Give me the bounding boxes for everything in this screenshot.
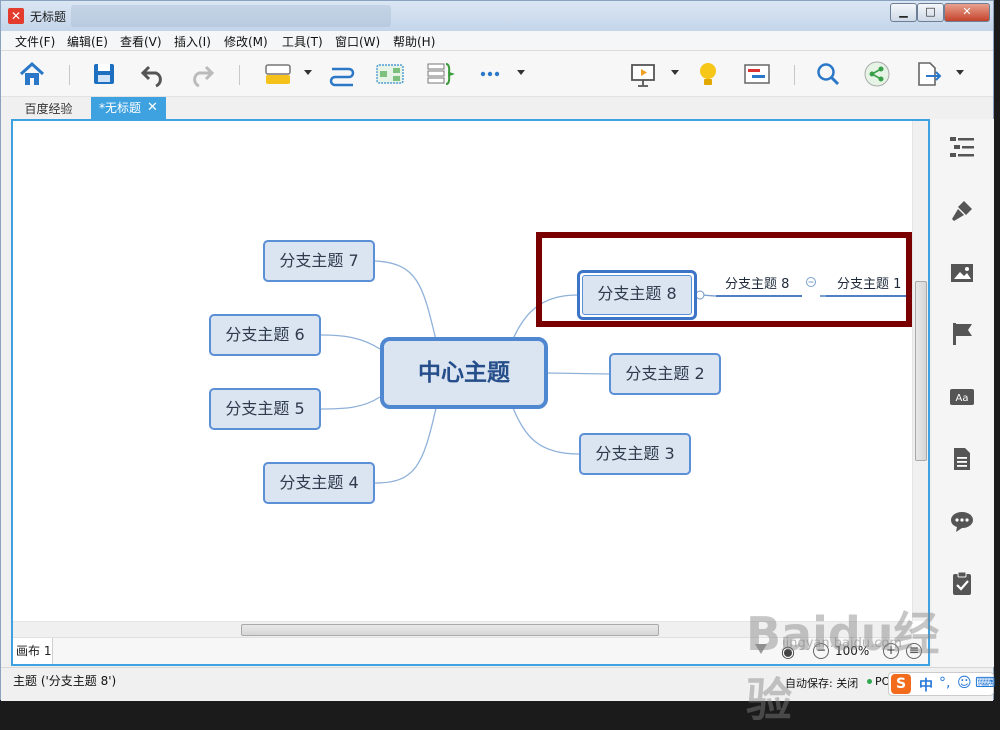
app-window: ✕ 无标题 ▁ □ ✕ 文件(F) 编辑(E) 查看(V) 插入(I) 修改(M… — [0, 0, 994, 701]
title-bar: ✕ 无标题 ▁ □ ✕ — [1, 1, 993, 31]
sheet-tab[interactable]: 画布 1 — [13, 638, 53, 664]
subtopic-8[interactable]: 分支主题 8 — [725, 273, 789, 292]
branch-topic-2[interactable]: 分支主题 2 — [609, 353, 721, 395]
tab-untitled-label: *无标题 — [99, 101, 142, 115]
branch-topic-4[interactable]: 分支主题 4 — [263, 462, 375, 504]
menu-window[interactable]: 窗口(W) — [335, 33, 380, 50]
maximize-button[interactable]: □ — [917, 3, 944, 22]
summary-icon[interactable] — [425, 59, 456, 89]
status-selected-topic: 主题 ('分支主题 8') — [13, 674, 117, 688]
comment-icon[interactable] — [948, 507, 976, 535]
collapse-icon — [695, 290, 705, 300]
menu-file[interactable]: 文件(F) — [15, 33, 55, 50]
xmind-icon: ✕ — [8, 8, 24, 24]
central-topic[interactable]: 中心主题 — [380, 337, 548, 409]
toolbar-divider — [794, 65, 795, 85]
menu-insert[interactable]: 插入(I) — [174, 33, 211, 50]
tab-untitled[interactable]: *无标题 ✕ — [91, 97, 166, 119]
close-tab-icon[interactable]: ✕ — [147, 97, 158, 119]
image-icon[interactable] — [948, 259, 976, 287]
save-icon[interactable] — [89, 59, 119, 89]
branch-topic-5[interactable]: 分支主题 5 — [209, 388, 321, 430]
toolbar — [1, 51, 993, 97]
menu-help[interactable]: 帮助(H) — [393, 33, 435, 50]
boundary-icon[interactable] — [375, 59, 405, 89]
watermark-url: jingyan.baidu.com — [782, 636, 902, 651]
horizontal-scroll-thumb[interactable] — [241, 624, 659, 636]
redo-icon[interactable] — [187, 59, 217, 89]
menu-view[interactable]: 查看(V) — [120, 33, 162, 50]
search-icon[interactable] — [813, 59, 843, 89]
menu-edit[interactable]: 编辑(E) — [67, 33, 108, 50]
toolbar-divider — [239, 65, 240, 85]
idea-icon[interactable] — [693, 59, 723, 89]
presentation-dropdown-icon[interactable] — [671, 70, 679, 75]
branch-topic-3[interactable]: 分支主题 3 — [579, 433, 691, 475]
branch-topic-8[interactable]: 分支主题 8 — [582, 275, 692, 315]
branch-topic-selected-frame[interactable]: 分支主题 8 — [577, 270, 697, 320]
menu-modify[interactable]: 修改(M) — [224, 33, 268, 50]
relationship-icon[interactable] — [327, 59, 357, 89]
minimize-button[interactable]: ▁ — [890, 3, 917, 22]
canvas-frame: 中心主题 分支主题 8 分支主题 2 分支主题 3 分支主题 4 分支主题 5 … — [11, 119, 930, 666]
toolbar-divider — [69, 65, 70, 85]
mindmap-canvas[interactable]: 中心主题 分支主题 8 分支主题 2 分支主题 3 分支主题 4 分支主题 5 … — [13, 121, 912, 621]
text-style-icon[interactable]: Aa — [948, 383, 976, 411]
watermark-brand: Baidu经验 — [746, 607, 940, 727]
document-tabs: 百度经验 *无标题 ✕ — [1, 97, 993, 119]
topic-dropdown-icon[interactable] — [304, 70, 312, 75]
home-icon[interactable] — [17, 59, 47, 89]
notes-icon[interactable] — [948, 445, 976, 473]
outline-icon[interactable] — [948, 133, 976, 161]
topic-icon[interactable] — [263, 59, 293, 89]
undo-icon[interactable] — [138, 59, 168, 89]
branch-topic-7[interactable]: 分支主题 7 — [263, 240, 375, 282]
status-dot-icon — [867, 679, 872, 684]
vertical-scrollbar[interactable] — [912, 121, 928, 621]
menu-bar: 文件(F) 编辑(E) 查看(V) 插入(I) 修改(M) 工具(T) 窗口(W… — [1, 31, 993, 51]
title-bar-reflection — [71, 5, 391, 27]
more-dropdown-icon[interactable] — [517, 70, 525, 75]
side-panel: Aa — [932, 119, 994, 667]
ime-language-toggle[interactable]: 中 — [919, 675, 933, 695]
vertical-scroll-thumb[interactable] — [915, 281, 927, 461]
tab-baidu-jingyan[interactable]: 百度经验 — [11, 99, 86, 119]
format-brush-icon[interactable] — [948, 197, 976, 225]
share-icon[interactable] — [862, 59, 892, 89]
export-icon[interactable] — [912, 59, 942, 89]
branch-topic-6[interactable]: 分支主题 6 — [209, 314, 321, 356]
menu-tools[interactable]: 工具(T) — [282, 33, 323, 50]
task-clipboard-icon[interactable] — [948, 569, 976, 597]
keyboard-icon[interactable]: ⌨ — [975, 675, 995, 691]
marker-flag-icon[interactable] — [948, 320, 976, 348]
presentation-icon[interactable] — [628, 59, 658, 89]
more-icon[interactable] — [475, 59, 505, 89]
svg-text:Aa: Aa — [956, 393, 969, 404]
export-dropdown-icon[interactable] — [956, 70, 964, 75]
gantt-icon[interactable] — [742, 59, 772, 89]
close-window-button[interactable]: ✕ — [944, 3, 990, 22]
subtopic-1[interactable]: 分支主题 1 — [837, 273, 901, 292]
window-title: 无标题 — [30, 10, 67, 24]
